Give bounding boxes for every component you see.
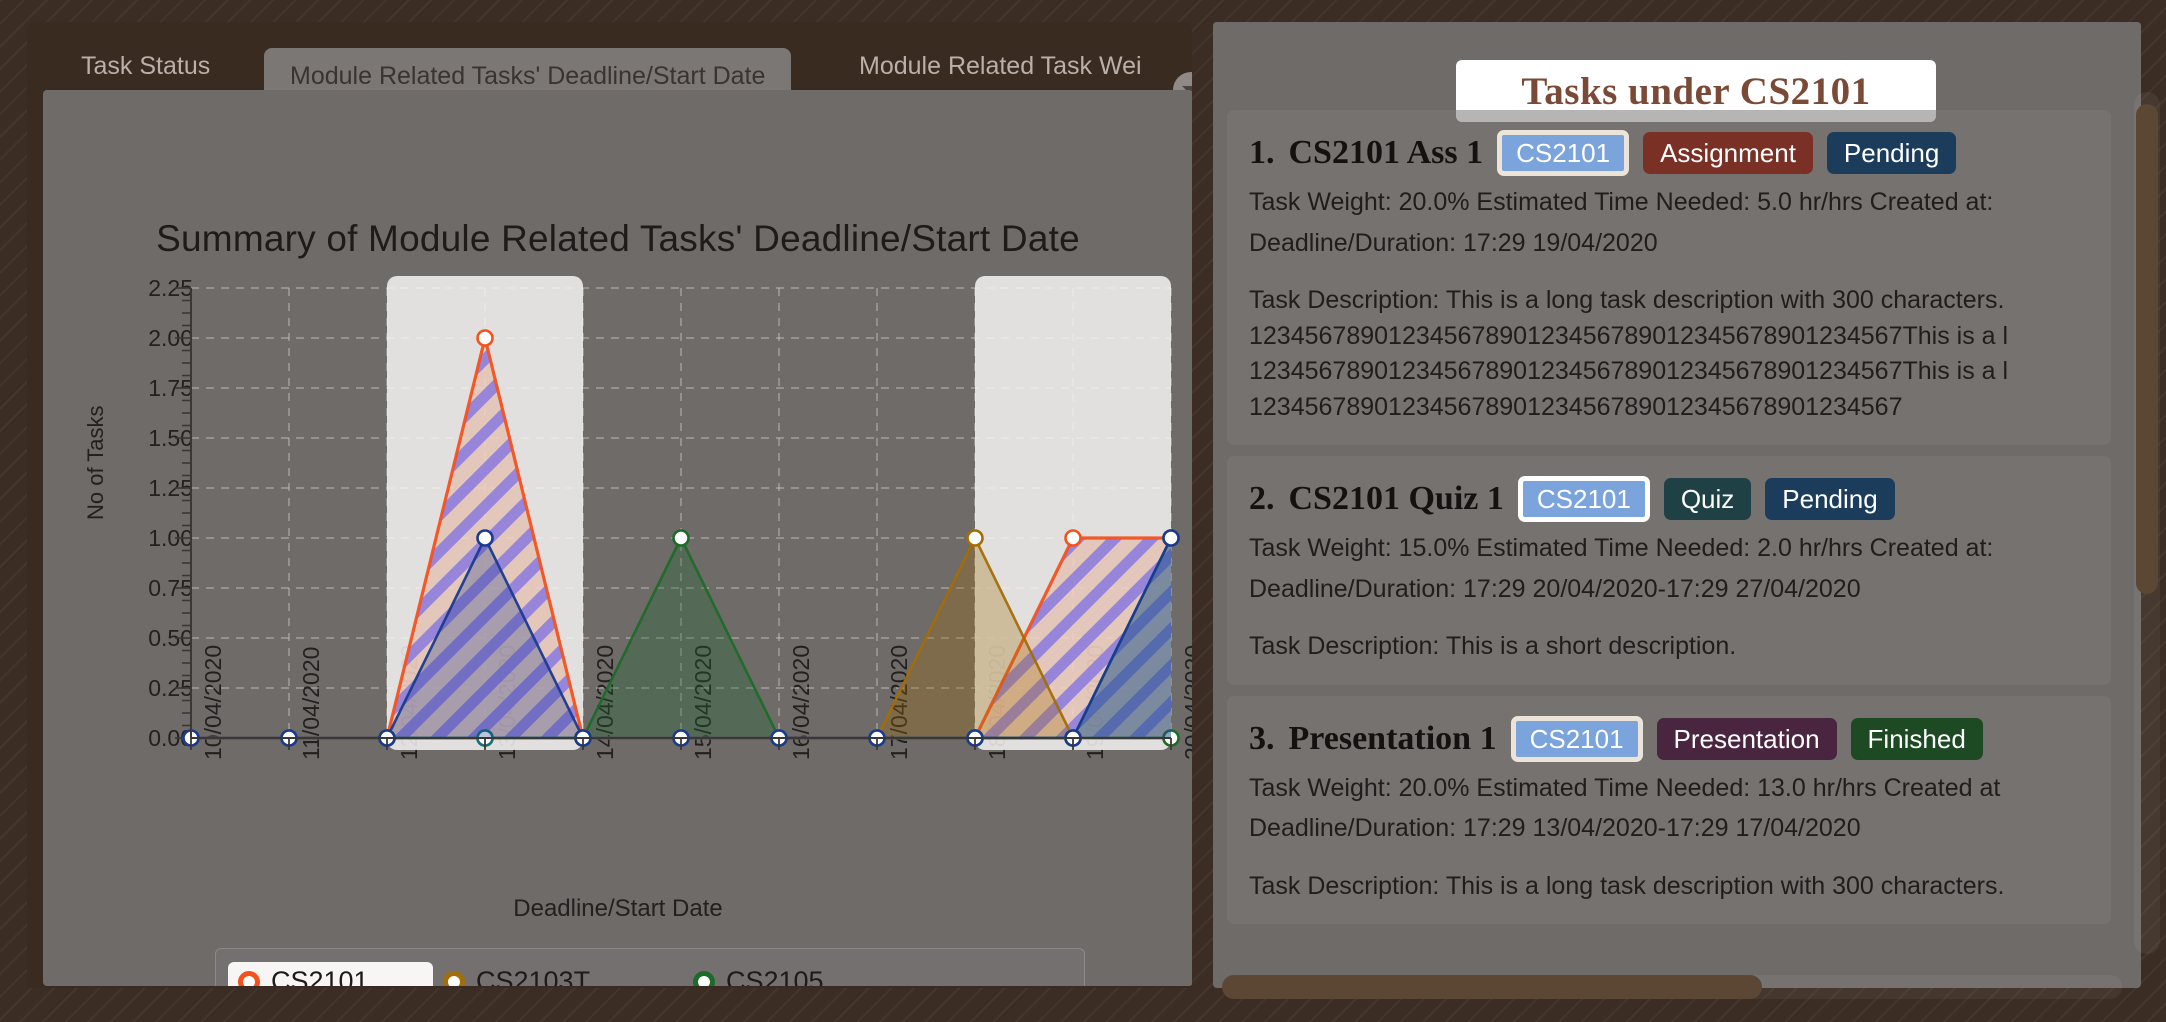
task-card[interactable]: 3. Presentation 1 CS2101 Presentation Fi… (1227, 695, 2111, 924)
task-meta-weight-time: Task Weight: 20.0% Estimated Time Needed… (1249, 773, 2001, 802)
legend-item-cs2103t[interactable]: CS2103T (433, 962, 683, 986)
task-name: CS2101 Quiz 1 (1288, 480, 1504, 517)
task-meta-weight-time: Task Weight: 15.0% Estimated Time Needed… (1249, 534, 1994, 562)
legend-marker-icon (238, 970, 260, 986)
task-meta-weight-time: Task Weight: 20.0% Estimated Time Needed… (1249, 188, 1994, 216)
task-header: 1. CS2101 Ass 1 CS2101 Assignment Pendin… (1249, 124, 2089, 182)
task-status-chip[interactable]: Pending (1765, 478, 1895, 520)
legend-item-cs2105[interactable]: CS2105 (683, 962, 834, 986)
tasks-panel-header: Tasks under CS2101 (1213, 22, 2141, 122)
legend-marker-icon (693, 970, 715, 986)
task-description: Task Description: This is a long task de… (1249, 286, 2009, 421)
tab-label: Module Related Task Wei (859, 51, 1142, 80)
task-status-chip[interactable]: Finished (1850, 717, 1983, 760)
task-card[interactable]: 1. CS2101 Ass 1 CS2101 Assignment Pendin… (1227, 110, 2111, 445)
task-type-chip[interactable]: Presentation (1656, 717, 1837, 760)
legend-item-cs2101[interactable]: CS2101 (228, 962, 433, 986)
plot-area: No of Tasks Deadline/Start Date 0.00 0.25… (43, 90, 1192, 986)
task-type-chip[interactable]: Quiz (1663, 478, 1752, 520)
task-name: Presentation 1 (1288, 719, 1497, 757)
task-header: 2. CS2101 Quiz 1 CS2101 Quiz Pending (1249, 470, 2089, 528)
task-name: CS2101 Ass 1 (1288, 134, 1484, 171)
app-window: Task Status Module Related Tasks' Deadli… (0, 0, 2166, 1022)
task-meta-deadline: Deadline/Duration: 17:29 13/04/2020-17:2… (1249, 814, 1861, 842)
module-chip[interactable]: CS2101 (1517, 476, 1650, 522)
task-meta-deadline: Deadline/Duration: 17:29 20/04/2020-17:2… (1249, 574, 1861, 603)
chart-canvas: Summary of Module Related Tasks' Deadlin… (43, 90, 1192, 986)
tab-label: Task Status (81, 51, 211, 80)
task-status-chip[interactable]: Pending (1826, 132, 1957, 174)
chart-plot-svg (175, 276, 1180, 750)
task-index: 1. (1249, 134, 1275, 171)
legend-label: CS2105 (726, 966, 824, 986)
tasks-panel: Tasks under CS2101 1. CS2101 Ass 1 CS210… (1213, 22, 2141, 988)
task-card[interactable]: 2. CS2101 Quiz 1 CS2101 Quiz Pending Tas… (1227, 456, 2111, 685)
legend-row: CS2101 CS2103T CS2105 (228, 959, 1072, 986)
task-description: Task Description: This is a short descri… (1249, 632, 1737, 660)
task-type-chip[interactable]: Assignment (1643, 132, 1813, 174)
task-description: Task Description: This is a long task de… (1249, 871, 2005, 900)
legend-label: CS2103T (476, 966, 591, 986)
task-header: 3. Presentation 1 CS2101 Presentation Fi… (1249, 710, 2089, 768)
module-chip[interactable]: CS2101 (1497, 130, 1630, 176)
chart-legend: CS2101 CS2103T CS2105 CS2106 (215, 948, 1085, 986)
task-index: 3. (1249, 719, 1275, 757)
tab-bar: Task Status Module Related Tasks' Deadli… (27, 22, 1192, 108)
tab-task-status[interactable]: Task Status (55, 42, 236, 90)
horizontal-scrollbar-thumb[interactable] (1222, 975, 1762, 999)
task-index: 2. (1249, 480, 1275, 517)
legend-label: CS2101 (271, 966, 369, 986)
legend-marker-icon (443, 970, 465, 986)
tab-label: Module Related Tasks' Deadline/Start Dat… (290, 61, 766, 90)
task-meta-deadline: Deadline/Duration: 17:29 19/04/2020 (1249, 228, 1658, 257)
tab-module-related-weight[interactable]: Module Related Task Wei (833, 42, 1168, 90)
chart-panel-container: Task Status Module Related Tasks' Deadli… (27, 22, 1192, 988)
vertical-scrollbar-thumb[interactable] (2136, 104, 2158, 594)
task-list[interactable]: 1. CS2101 Ass 1 CS2101 Assignment Pendin… (1227, 110, 2127, 982)
module-chip[interactable]: CS2101 (1510, 715, 1643, 762)
